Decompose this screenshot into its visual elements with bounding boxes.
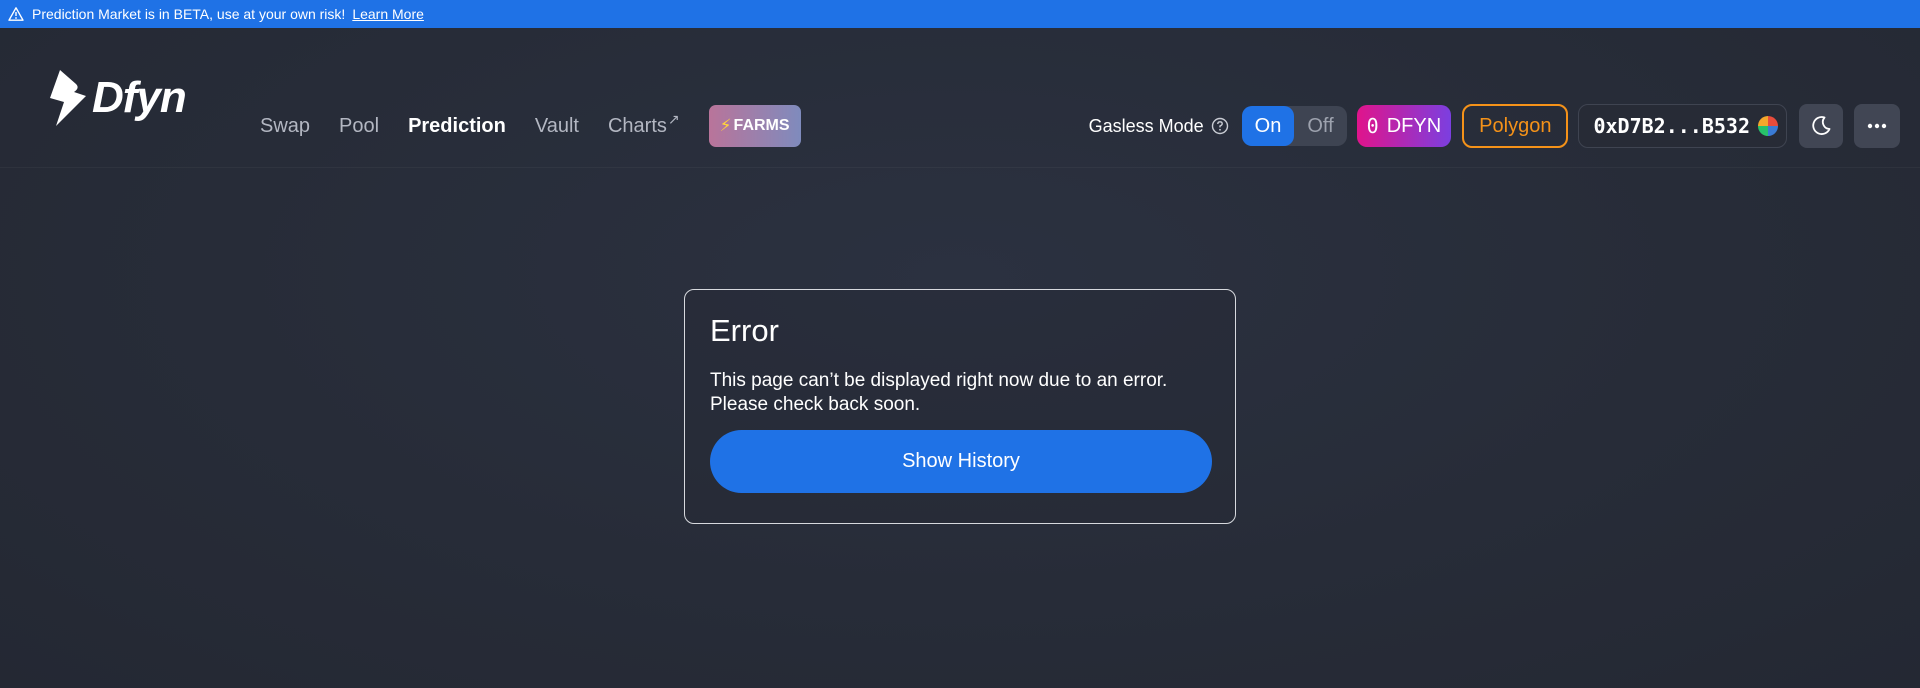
wallet-address: 0xD7B2...B532 [1593,114,1750,138]
gasless-toggle: On Off [1241,106,1347,146]
external-link-icon: ↗ [667,110,680,127]
lightning-bolt-logo [50,70,86,126]
nav-charts[interactable]: Charts ↗ [608,111,680,138]
theme-toggle-button[interactable] [1799,104,1843,148]
banner-text: Prediction Market is in BETA, use at you… [32,6,346,22]
warning-icon [8,6,24,22]
nav-pool[interactable]: Pool [339,115,379,138]
brand-logo[interactable]: Dfyn [46,70,187,126]
more-icon [1867,123,1887,129]
gasless-mode-label: Gasless Mode [1088,115,1204,136]
header-actions: Gasless Mode On Off 0 DFYN Polygon 0xD7B… [1089,104,1900,148]
show-history-button[interactable]: Show History [710,429,1212,493]
brand-name: Dfyn [92,73,187,122]
nav-swap[interactable]: Swap [260,115,310,138]
learn-more-link[interactable]: Learn More [352,6,424,22]
dfyn-token-label: DFYN [1386,114,1442,137]
gasless-on-option[interactable]: On [1241,106,1295,146]
moon-icon [1812,116,1831,135]
wallet-button[interactable]: 0xD7B2...B532 [1578,104,1787,148]
error-title: Error [710,313,779,348]
gasless-off-option[interactable]: Off [1294,106,1346,146]
main-nav: Swap Pool Prediction Vault Charts ↗ ⚡ FAR… [260,100,801,152]
nav-prediction[interactable]: Prediction [408,115,506,138]
lightning-icon: ⚡ [719,116,732,135]
help-icon[interactable] [1210,116,1230,136]
beta-banner: Prediction Market is in BETA, use at you… [0,0,1920,28]
top-navbar: Dfyn Swap Pool Prediction Vault Charts ↗ … [0,28,1920,168]
wallet-avatar-icon [1758,116,1778,136]
dfyn-balance-button[interactable]: 0 DFYN [1356,105,1452,147]
more-menu-button[interactable] [1854,104,1900,148]
error-card: Error This page can’t be displayed right… [684,289,1236,524]
network-button[interactable]: Polygon [1462,104,1569,148]
error-message: This page can’t be displayed right now d… [710,369,1168,415]
nav-vault[interactable]: Vault [535,115,579,138]
farms-button[interactable]: ⚡ FARMS [708,105,801,147]
dfyn-balance: 0 [1366,114,1379,138]
